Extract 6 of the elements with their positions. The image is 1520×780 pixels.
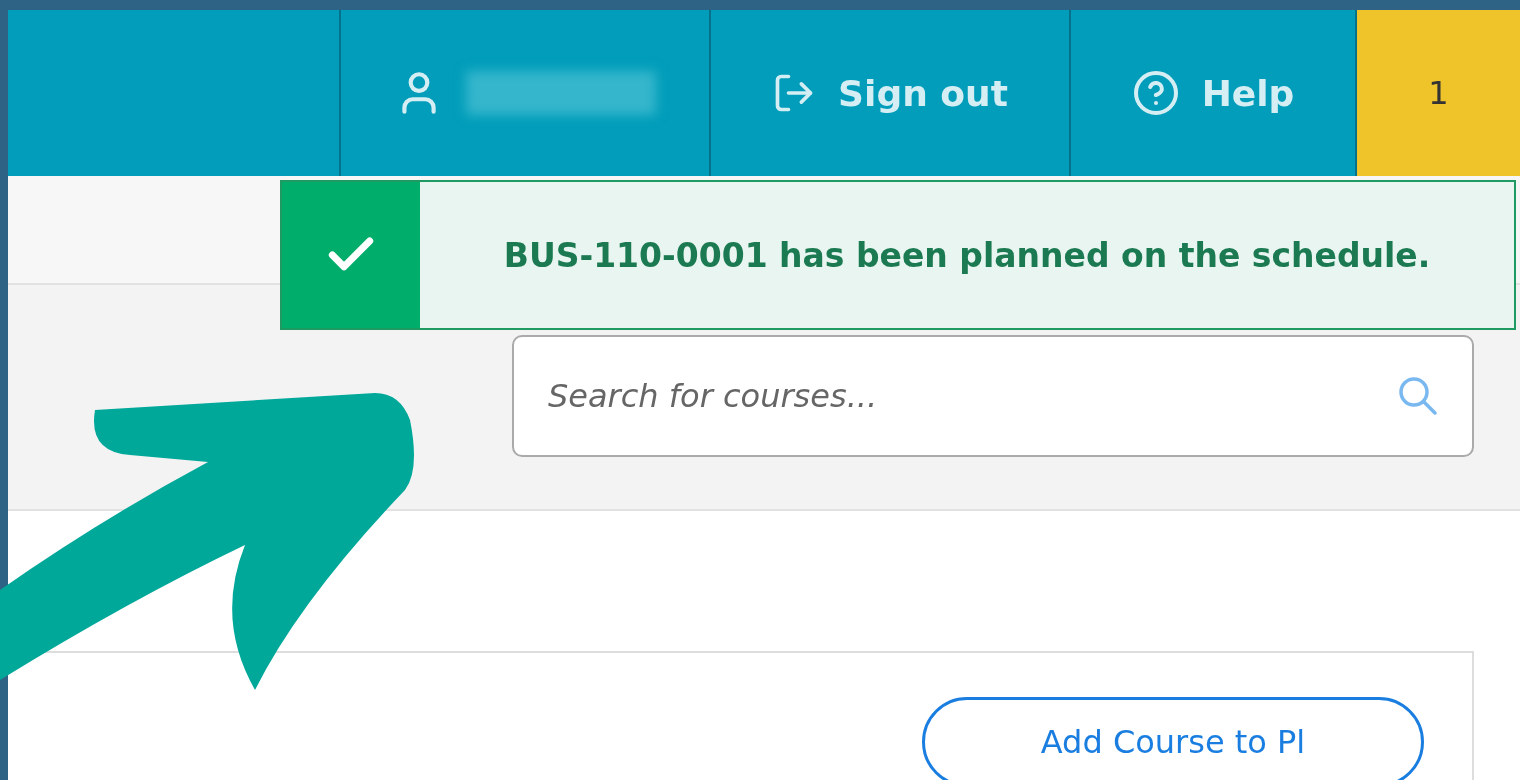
- notification-badge[interactable]: 1: [1357, 10, 1520, 176]
- help-icon: [1131, 69, 1180, 117]
- toast-message: BUS-110-0001 has been planned on the schedule.: [502, 234, 1432, 277]
- search-icon: [1398, 376, 1438, 416]
- search-field[interactable]: Search for courses...: [512, 335, 1474, 457]
- add-course-button[interactable]: Add Course to Pl: [922, 697, 1424, 780]
